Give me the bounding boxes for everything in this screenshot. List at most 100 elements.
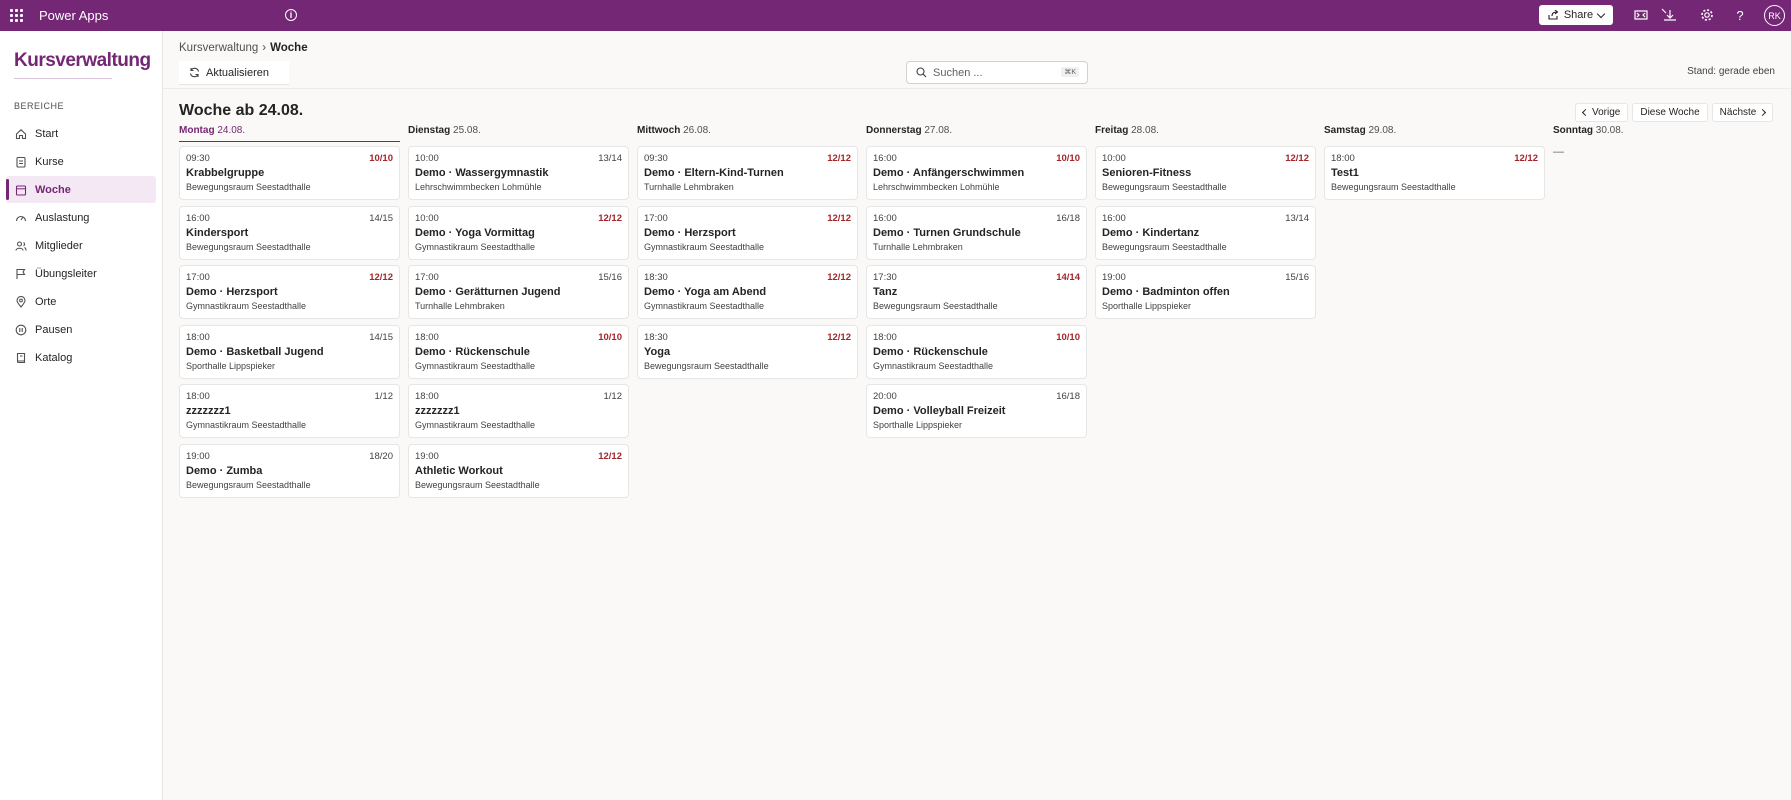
course-title: Demo · Eltern-Kind-Turnen: [644, 167, 784, 179]
course-card[interactable]: 16:00 13/14 Demo · Kindertanz Bewegungsraum…: [1095, 205, 1316, 260]
day-column: Sonntag 30.08. —: [1553, 125, 1774, 158]
sidebar-item-mitglieder[interactable]: Mitglieder: [6, 232, 156, 259]
course-card[interactable]: 10:00 12/12 Senioren-Fitness Bewegungsraum …: [1095, 146, 1316, 200]
sidebar-item-woche[interactable]: Woche: [6, 176, 156, 203]
share-button[interactable]: Share: [1539, 5, 1613, 25]
course-room: Gymnastikraum Seestadthalle: [644, 241, 765, 252]
course-occupancy: 10/10: [1056, 331, 1080, 343]
course-card[interactable]: 18:00 12/12 Test1 Bewegungsraum Seestadthal…: [1324, 146, 1545, 200]
course-occupancy: 12/12: [1285, 153, 1309, 164]
course-occupancy: 12/12: [1514, 153, 1538, 164]
course-title: Demo · Herzsport: [186, 286, 278, 298]
sidebar-item-kurse[interactable]: Kurse: [6, 148, 156, 175]
breadcrumb-separator: ›: [262, 42, 267, 54]
course-card[interactable]: 19:00 15/16 Demo · Badminton offen Sporthal…: [1095, 265, 1316, 319]
breadcrumb-parent[interactable]: Kursverwaltung: [179, 42, 258, 54]
day-header: Samstag 29.08.: [1324, 125, 1545, 142]
day-header: Freitag 28.08.: [1095, 125, 1316, 142]
sidebar-item-pausen[interactable]: Pausen: [6, 316, 156, 343]
course-card[interactable]: 10:00 12/12 Demo · Yoga Vormittag Gymnastik…: [408, 205, 629, 260]
fit-screen-icon[interactable]: [1633, 7, 1649, 23]
course-time: 16:00: [873, 212, 897, 224]
course-card[interactable]: 17:00 12/12 Demo · Herzsport Gymnastikraum …: [179, 265, 400, 319]
course-card[interactable]: 18:30 12/12 Demo · Yoga am Abend Gymnastikr…: [637, 265, 858, 319]
course-card[interactable]: 17:00 12/12 Demo · Herzsport Gymnastikraum …: [637, 205, 858, 260]
course-title: zzzzzzz1: [186, 405, 231, 417]
course-card[interactable]: 19:00 12/12 Athletic Workout Bewegungsraum …: [408, 443, 629, 498]
section-label: BEREICHE: [14, 101, 65, 111]
sidebar-item-label: Mitglieder: [35, 239, 83, 252]
course-card[interactable]: 18:00 10/10 Demo · Rückenschule Gymnastikra…: [866, 324, 1087, 379]
sidebar-item-start[interactable]: Start: [6, 120, 156, 147]
refresh-icon: [189, 67, 200, 78]
course-list: 09:30 10/10 Krabbelgruppe Bewegungsraum See…: [179, 146, 400, 498]
course-card[interactable]: 10:00 13/14 Demo · Wassergymnastik Lehrschw…: [408, 146, 629, 200]
course-time: 18:00: [415, 331, 439, 343]
previous-week-button[interactable]: Vorige: [1575, 103, 1629, 122]
search-placeholder: Suchen ...: [933, 66, 983, 79]
course-list: —: [1553, 146, 1774, 158]
course-occupancy: 1/12: [603, 391, 623, 402]
course-time: 10:00: [415, 212, 439, 224]
course-card[interactable]: 18:00 14/15 Demo · Basketball Jugend Sporth…: [179, 324, 400, 379]
course-card[interactable]: 18:00 10/10 Demo · Rückenschule Gymnastikra…: [408, 324, 629, 379]
course-occupancy: 12/12: [827, 153, 851, 164]
share-label: Share: [1563, 9, 1594, 21]
course-room: Gymnastikraum Seestadthalle: [186, 420, 307, 430]
course-time: 09:30: [186, 153, 210, 164]
settings-gear-icon[interactable]: [1699, 7, 1715, 23]
course-time: 17:00: [644, 212, 668, 224]
sidebar-item-auslastung[interactable]: Auslastung: [6, 204, 156, 231]
course-time: 17:00: [186, 272, 210, 283]
sidebar-item-katalog[interactable]: Katalog: [6, 344, 156, 371]
course-time: 18:00: [186, 391, 210, 402]
course-card[interactable]: 16:00 16/18 Demo · Turnen Grundschule Turnh…: [866, 205, 1087, 260]
course-time: 18:00: [1331, 153, 1355, 164]
course-card[interactable]: 16:00 14/15 Kindersport Bewegungsraum Seest…: [179, 205, 400, 260]
course-card[interactable]: 18:00 1/12 zzzzzzz1 Gymnastikraum Seestadth…: [179, 384, 400, 438]
day-date: 29.08.: [1368, 125, 1397, 136]
day-name: Freitag: [1095, 125, 1129, 136]
course-card[interactable]: 09:30 12/12 Demo · Eltern-Kind-Turnen Turnh…: [637, 146, 858, 200]
sidebar-item-orte[interactable]: Orte: [6, 288, 156, 315]
download-icon[interactable]: [1661, 7, 1677, 23]
course-room: Gymnastikraum Seestadthalle: [415, 420, 536, 430]
sidebar-nav: Start Kurse Woche Auslastung Mitglieder …: [6, 120, 156, 372]
course-card[interactable]: 20:00 16/18 Demo · Volleyball Freizeit Spor…: [866, 384, 1087, 438]
pause-icon: [15, 324, 27, 336]
help-icon[interactable]: ?: [1732, 7, 1748, 23]
course-card[interactable]: 19:00 18/20 Demo · Zumba Bewegungsraum Sees…: [179, 443, 400, 498]
course-card[interactable]: 17:00 15/16 Demo · Gerätturnen Jugend Turnh…: [408, 265, 629, 319]
course-occupancy: 12/12: [827, 212, 851, 224]
course-room: Bewegungsraum Seestadthalle: [1102, 241, 1227, 252]
user-avatar[interactable]: RK: [1764, 5, 1785, 26]
day-date: 28.08.: [1131, 125, 1159, 136]
info-icon[interactable]: i: [285, 9, 297, 21]
day-name: Montag: [179, 125, 215, 136]
course-list: 18:00 12/12 Test1 Bewegungsraum Seestadthal…: [1324, 146, 1545, 200]
top-bar: Power Apps i Share ? RK: [0, 0, 1791, 31]
refresh-button[interactable]: Aktualisieren: [179, 61, 289, 85]
course-card[interactable]: 18:30 12/12 Yoga Bewegungsraum Seestadthall…: [637, 324, 858, 379]
app-launcher-icon[interactable]: [0, 0, 33, 31]
course-room: Bewegungsraum Seestadthalle: [186, 241, 311, 252]
current-week-button[interactable]: Diese Woche: [1632, 103, 1708, 122]
sidebar-item-uebungsleiter[interactable]: Übungsleiter: [6, 260, 156, 287]
course-card[interactable]: 18:00 1/12 zzzzzzz1 Gymnastikraum Seestadth…: [408, 384, 629, 438]
course-occupancy: 10/10: [1056, 153, 1080, 164]
course-room: Sporthalle Lippspieker: [873, 420, 963, 430]
course-room: Lehrschwimmbecken Lohmühle: [873, 182, 1000, 192]
course-card[interactable]: 09:30 10/10 Krabbelgruppe Bewegungsraum See…: [179, 146, 400, 200]
search-input[interactable]: Suchen ... ⌘K: [906, 61, 1088, 84]
day-name: Dienstag: [408, 125, 451, 136]
refresh-label: Aktualisieren: [206, 66, 269, 79]
course-occupancy: 16/18: [1056, 212, 1080, 224]
course-time: 16:00: [873, 153, 897, 164]
course-title: Demo · Rückenschule: [873, 345, 988, 358]
course-card[interactable]: 17:30 14/14 Tanz Bewegungsraum Seestadthall…: [866, 265, 1087, 319]
course-room: Turnhalle Lehmbraken: [415, 301, 505, 311]
calendar-icon: [15, 184, 27, 196]
next-week-button[interactable]: Nächste: [1711, 103, 1774, 122]
day-date: 30.08.: [1595, 125, 1624, 136]
course-card[interactable]: 16:00 10/10 Demo · Anfängerschwimmen Lehrsc…: [866, 146, 1087, 200]
